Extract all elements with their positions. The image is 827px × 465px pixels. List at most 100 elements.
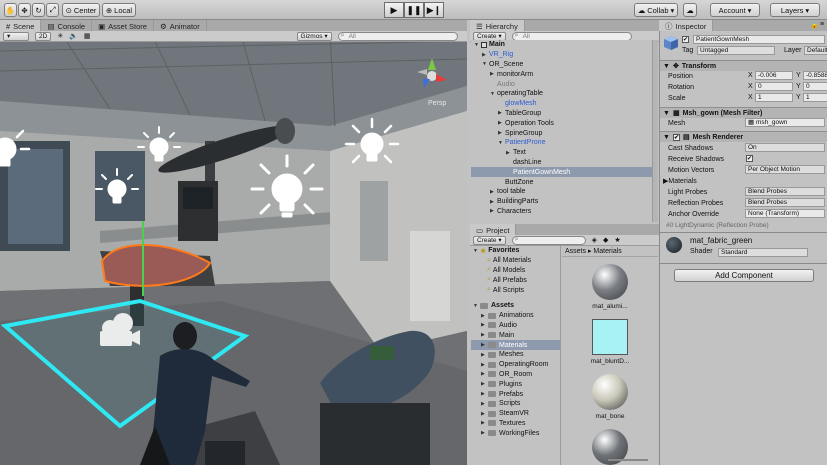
foldout-open-icon[interactable]: ▼ [473, 248, 480, 254]
hierarchy-item[interactable]: ▶ TableGroup [471, 109, 658, 119]
mesh-renderer-header[interactable]: ▼ ✔ ▤ Mesh Renderer [660, 131, 827, 142]
folder-item[interactable]: ▶ WorkingFiles [471, 428, 560, 438]
rotation-x-field[interactable]: 0 [755, 82, 793, 91]
hierarchy-item[interactable]: ▶ tool table [471, 187, 658, 197]
foldout-closed-icon[interactable]: ▶ [498, 120, 505, 126]
folder-item[interactable]: ▶ OR_Room [471, 370, 560, 380]
foldout-closed-icon[interactable]: ▶ [481, 322, 488, 328]
folder-item[interactable]: ▶ SteamVR [471, 409, 560, 419]
account-dropdown[interactable]: Account ▾ [710, 3, 760, 17]
folder-item[interactable]: ▶ Audio [471, 321, 560, 331]
tag-dropdown[interactable]: Untagged [697, 46, 775, 55]
mesh-object-field[interactable]: ▦ msh_gown [745, 118, 825, 127]
foldout-closed-icon[interactable]: ▶ [481, 420, 488, 426]
hierarchy-item[interactable]: ▶ Text [471, 148, 658, 158]
property-dropdown[interactable]: Per Object Motion [745, 165, 825, 174]
folder-item[interactable]: ▶ Materials [471, 340, 560, 350]
material-asset[interactable]: mat_bluntD... [588, 319, 632, 365]
foldout-closed-icon[interactable]: ▶ [490, 189, 497, 195]
star-filter-icon[interactable]: ★ [614, 236, 620, 244]
foldout-closed-icon[interactable]: ▶ [481, 391, 488, 397]
thumbnail-size-slider[interactable] [608, 459, 648, 461]
hierarchy-item[interactable]: PatientGownMesh [471, 167, 658, 178]
foldout-closed-icon[interactable]: ▶ [481, 313, 488, 319]
hierarchy-item[interactable]: Audio [471, 79, 658, 89]
folder-item[interactable]: ▶ Scripts [471, 399, 560, 409]
layer-dropdown[interactable]: Default [804, 46, 827, 55]
foldout-closed-icon[interactable]: ▶ [481, 362, 488, 368]
hand-tool-button[interactable]: ✋ [4, 3, 17, 17]
hierarchy-item[interactable]: ▼ OR_Scene [471, 60, 658, 70]
scale-y-field[interactable]: 1 [803, 93, 827, 102]
menu-icon[interactable]: ≡ [820, 21, 824, 28]
hierarchy-item[interactable]: ▼ Main [471, 40, 658, 50]
foldout-closed-icon[interactable]: ▶ [498, 130, 505, 136]
hierarchy-item[interactable]: ▶ Operation Tools [471, 118, 658, 128]
folder-item[interactable]: ▶ Meshes [471, 350, 560, 360]
scene-search-input[interactable]: All [337, 31, 458, 41]
step-button[interactable]: ▶❙ [424, 2, 444, 18]
position-y-field[interactable]: -0.8588 [803, 71, 827, 80]
scale-tool-button[interactable]: ⤢ [46, 3, 59, 17]
foldout-open-icon[interactable]: ▼ [482, 61, 489, 67]
property-checkbox[interactable]: ✔ [746, 155, 753, 162]
hierarchy-item[interactable]: ▶ monitorArm [471, 69, 658, 79]
foldout-closed-icon[interactable]: ▶ [481, 371, 488, 377]
foldout-open-icon[interactable]: ▼ [473, 303, 480, 309]
collab-button[interactable]: ☁ Collab ▾ [634, 3, 678, 17]
foldout-closed-icon[interactable]: ▶ [490, 199, 497, 205]
property-dropdown[interactable]: Blend Probes [745, 187, 825, 196]
foldout-closed-icon[interactable]: ▶ [490, 208, 497, 214]
folder-item[interactable]: ▶ Prefabs [471, 389, 560, 399]
hierarchy-item[interactable]: ▶ BuildingParts [471, 197, 658, 207]
hierarchy-item[interactable]: ▶ VR_Rig [471, 50, 658, 60]
gizmos-dropdown[interactable]: Gizmos ▾ [296, 31, 332, 41]
foldout-closed-icon[interactable]: ▶ [481, 411, 488, 417]
lighting-toggle-icon[interactable]: ✳ [57, 32, 63, 40]
shader-dropdown[interactable]: Standard [718, 248, 808, 257]
pivot-rotation-button[interactable]: ⊕ Local [102, 3, 136, 17]
foldout-closed-icon[interactable]: ▶ [481, 342, 488, 348]
assets-header[interactable]: ▼ Assets [471, 301, 560, 311]
foldout-closed-icon[interactable]: ▶ [481, 332, 488, 338]
project-create-dropdown[interactable]: Create ▾ [473, 235, 506, 245]
lock-icon[interactable]: 🔒 [810, 21, 819, 29]
folder-item[interactable]: ▶ Textures [471, 419, 560, 429]
play-button[interactable]: ▶ [384, 2, 404, 18]
add-component-button[interactable]: Add Component [674, 269, 814, 282]
rotate-tool-button[interactable]: ↻ [32, 3, 45, 17]
layers-dropdown[interactable]: Layers ▾ [770, 3, 820, 17]
foldout-closed-icon[interactable]: ▶ [481, 381, 488, 387]
shading-mode-dropdown[interactable]: ▾ [3, 31, 29, 41]
foldout-closed-icon[interactable]: ▶ [498, 110, 505, 116]
2d-toggle[interactable]: 2D [35, 31, 52, 41]
foldout-closed-icon[interactable]: ▶ [481, 352, 488, 358]
favorite-item[interactable]: ⌕ All Models [471, 266, 560, 276]
object-name-field[interactable]: PatientGownMesh [693, 35, 825, 44]
favorite-item[interactable]: ⌕ All Scripts [471, 285, 560, 295]
favorite-item[interactable]: ⌕ All Prefabs [471, 275, 560, 285]
audio-toggle-icon[interactable]: 🔈 [69, 32, 78, 40]
hierarchy-scrollbar[interactable] [652, 40, 658, 222]
project-search-input[interactable] [511, 235, 586, 245]
transform-header[interactable]: ▼ ✥ Transform [660, 60, 827, 71]
hierarchy-item[interactable]: ButtZone [471, 177, 658, 187]
folder-item[interactable]: ▶ Plugins [471, 379, 560, 389]
hierarchy-item[interactable]: ▼ operatingTable [471, 89, 658, 99]
foldout-closed-icon[interactable]: ▶ [506, 150, 513, 156]
foldout-closed-icon[interactable]: ▶ [481, 430, 488, 436]
pivot-center-button[interactable]: ⊙ Center [62, 3, 100, 17]
scale-x-field[interactable]: 1 [755, 93, 793, 102]
pause-button[interactable]: ❚❚ [404, 2, 424, 18]
property-object-field[interactable]: None (Transform) [745, 209, 825, 218]
scene-viewport[interactable]: Persp [0, 31, 467, 465]
mesh-filter-header[interactable]: ▼ ▦ Msh_gown (Mesh Filter) [660, 107, 827, 118]
effects-toggle-icon[interactable]: ▦ [84, 32, 91, 40]
favorite-item[interactable]: ⌕ All Materials [471, 256, 560, 266]
position-x-field[interactable]: -0.006 [755, 71, 793, 80]
project-breadcrumb[interactable]: Assets ▸ Materials [562, 246, 658, 257]
material-asset[interactable]: mat_alumi... [588, 264, 632, 310]
folder-item[interactable]: ▶ OperatingRoom [471, 360, 560, 370]
foldout-open-icon[interactable]: ▼ [490, 91, 497, 97]
foldout-open-icon[interactable]: ▼ [498, 140, 505, 146]
